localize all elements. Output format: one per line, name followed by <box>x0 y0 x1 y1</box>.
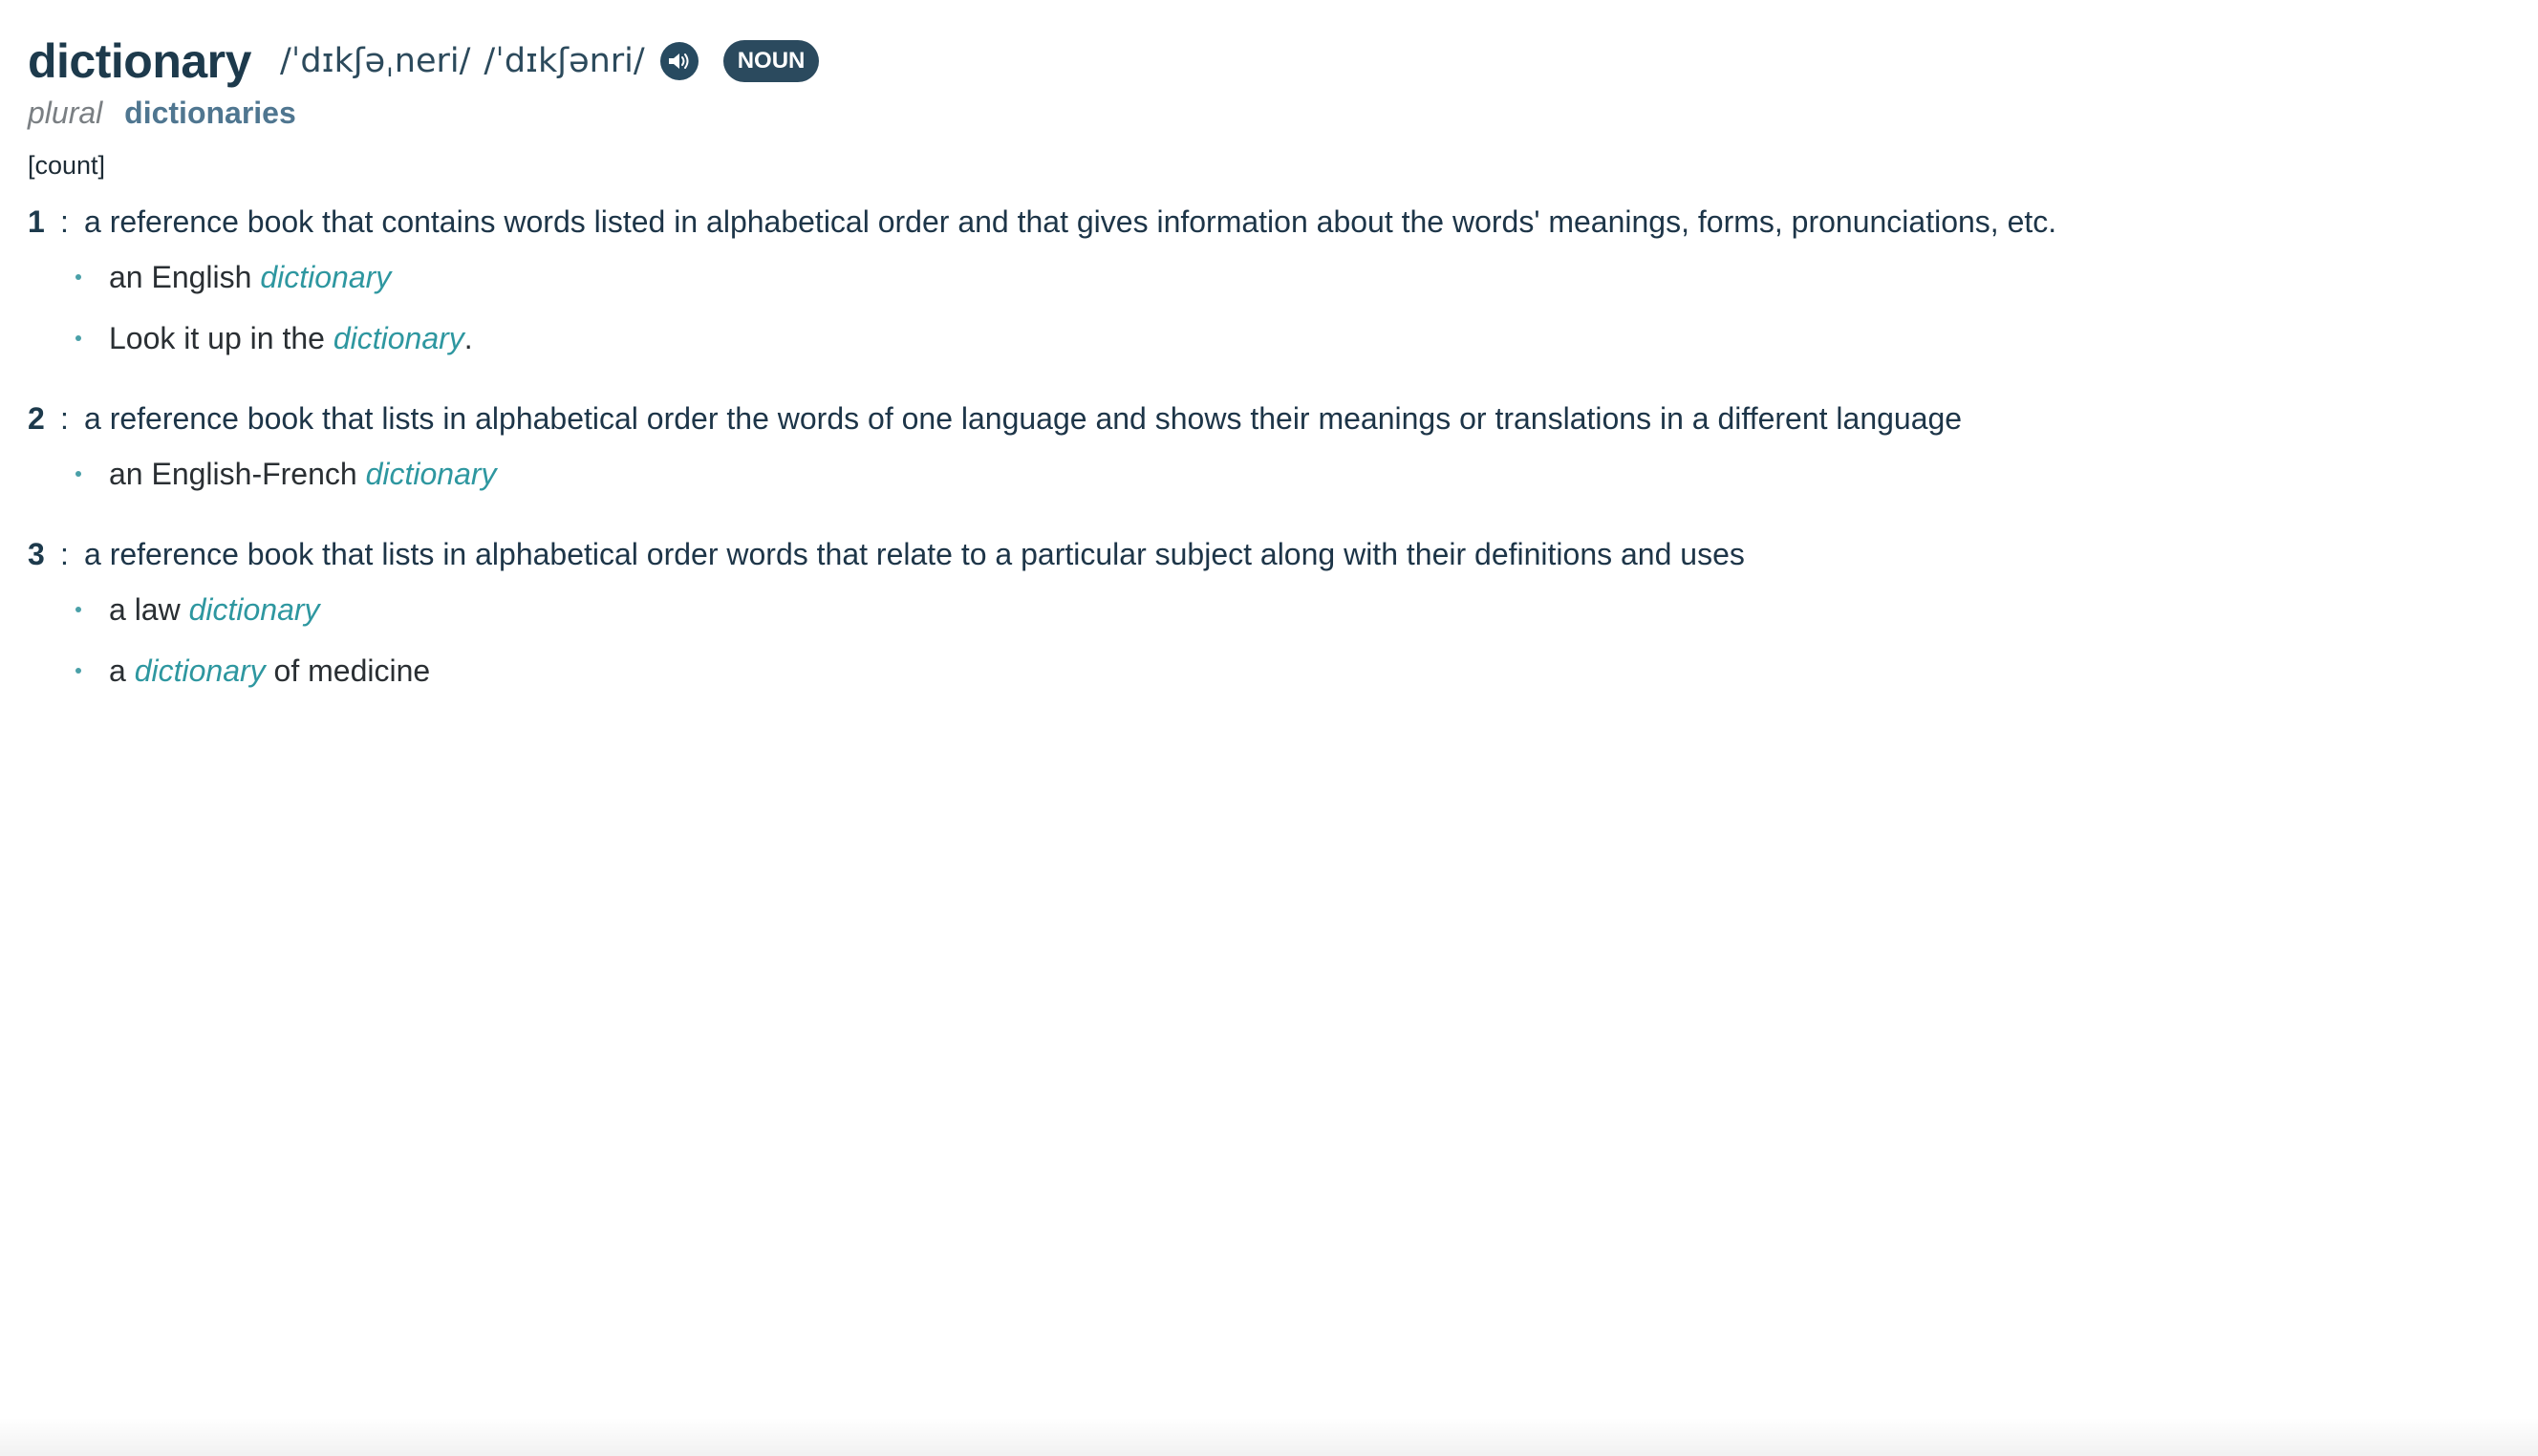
example-headword: dictionary <box>188 592 320 627</box>
entry-headline: dictionary /ˈdɪkʃəˌneri/ /ˈdɪkʃənri/ NOU… <box>28 29 2474 94</box>
sense-colon: : <box>60 204 69 239</box>
example-headword: dictionary <box>365 457 497 491</box>
sense-number: 2 <box>28 401 45 436</box>
plural-line: plural dictionaries <box>28 94 2474 132</box>
sense-3: 3 : a reference book that lists in alpha… <box>28 533 2474 692</box>
sense-definition: a reference book that lists in alphabeti… <box>84 401 1963 436</box>
bullet-icon <box>75 668 81 674</box>
example-text: an English-French <box>109 457 366 491</box>
bottom-edge-shadow <box>0 1418 2538 1456</box>
sense-definition: a reference book that contains words lis… <box>84 204 2057 239</box>
example-headword: dictionary <box>134 653 266 688</box>
example-text: an English <box>109 260 261 294</box>
plural-form: dictionaries <box>124 96 296 130</box>
sense-definition: a reference book that lists in alphabeti… <box>84 537 1745 571</box>
example-sentence: Look it up in the dictionary. <box>28 317 2474 359</box>
play-pronunciation-button[interactable] <box>659 42 699 80</box>
example-sentence: a law dictionary <box>28 589 2474 631</box>
example-headword: dictionary <box>333 321 464 355</box>
example-text: . <box>463 321 473 355</box>
headword: dictionary <box>28 34 251 88</box>
example-sentence: an English dictionary <box>28 256 2474 298</box>
part-of-speech-badge: NOUN <box>722 40 820 82</box>
example-sentence: a dictionary of medicine <box>28 650 2474 692</box>
sense-colon: : <box>60 537 69 571</box>
dictionary-entry: dictionary /ˈdɪkʃəˌneri/ /ˈdɪkʃənri/ NOU… <box>28 29 2474 692</box>
sense-head: 2 : a reference book that lists in alpha… <box>28 397 2474 439</box>
sense-number: 3 <box>28 537 45 571</box>
example-text: a law <box>109 592 189 627</box>
example-text: a <box>109 653 135 688</box>
pronunciation-secondary: /ˈdɪkʃənri/ <box>484 42 645 80</box>
plural-label: plural <box>28 96 103 130</box>
sense-colon: : <box>60 401 69 436</box>
bullet-icon <box>75 274 81 280</box>
example-headword: dictionary <box>260 260 392 294</box>
example-text: Look it up in the <box>109 321 333 355</box>
grammar-label: [count] <box>28 151 106 180</box>
bullet-icon <box>75 335 81 341</box>
example-text: of medicine <box>265 653 431 688</box>
sense-head: 3 : a reference book that lists in alpha… <box>28 533 2474 575</box>
sense-head: 1 : a reference book that contains words… <box>28 201 2474 243</box>
example-sentence: an English-French dictionary <box>28 453 2474 495</box>
sense-1: 1 : a reference book that contains words… <box>28 201 2474 359</box>
pronunciation-primary: /ˈdɪkʃəˌneri/ <box>279 42 471 80</box>
sense-2: 2 : a reference book that lists in alpha… <box>28 397 2474 495</box>
sense-number: 1 <box>28 204 45 239</box>
bullet-icon <box>75 471 81 477</box>
speaker-icon <box>668 54 689 69</box>
bullet-icon <box>75 607 81 612</box>
